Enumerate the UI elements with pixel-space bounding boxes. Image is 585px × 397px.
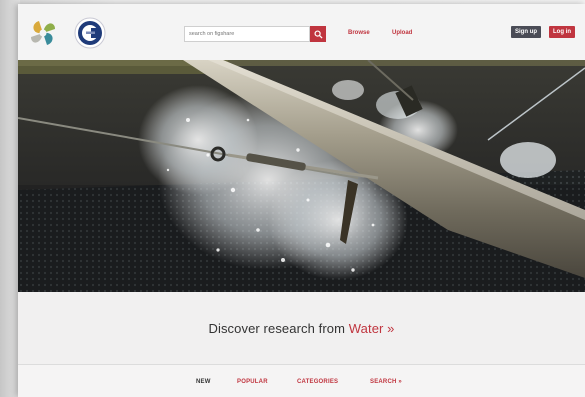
circle-c-logo-icon [74,17,106,49]
tab-search[interactable]: SEARCH » [370,379,402,385]
search-button[interactable] [310,26,326,42]
circle-c-logo[interactable] [74,17,106,49]
tab-new[interactable]: NEW [196,379,211,385]
search-icon [313,29,323,39]
discover-prefix: Discover research from [208,320,349,336]
pinwheel-logo[interactable] [28,18,58,48]
site-header: Browse Upload Sign up Log in [18,4,585,62]
topic-link[interactable]: Water » [349,321,395,336]
browse-link[interactable]: Browse [348,30,370,36]
topic-arrow: » [383,320,395,336]
signup-button[interactable]: Sign up [511,26,541,38]
search-input[interactable] [184,26,310,42]
login-button[interactable]: Log in [549,26,575,38]
browser-page: Browse Upload Sign up Log in [18,4,585,397]
screen-edge [0,0,20,397]
hero-image [18,60,585,292]
content-tabs: NEW POPULAR CATEGORIES SEARCH » [18,365,585,397]
upload-link[interactable]: Upload [392,30,412,36]
water-pipe-photo [18,60,585,292]
discover-text: Discover research from Water » [208,321,394,336]
pinwheel-logo-icon [31,21,55,45]
tab-categories[interactable]: CATEGORIES [297,379,338,385]
topic-name: Water [348,320,384,336]
tab-popular[interactable]: POPULAR [237,379,268,385]
discover-banner: Discover research from Water » [18,292,585,364]
search-bar [184,26,326,42]
